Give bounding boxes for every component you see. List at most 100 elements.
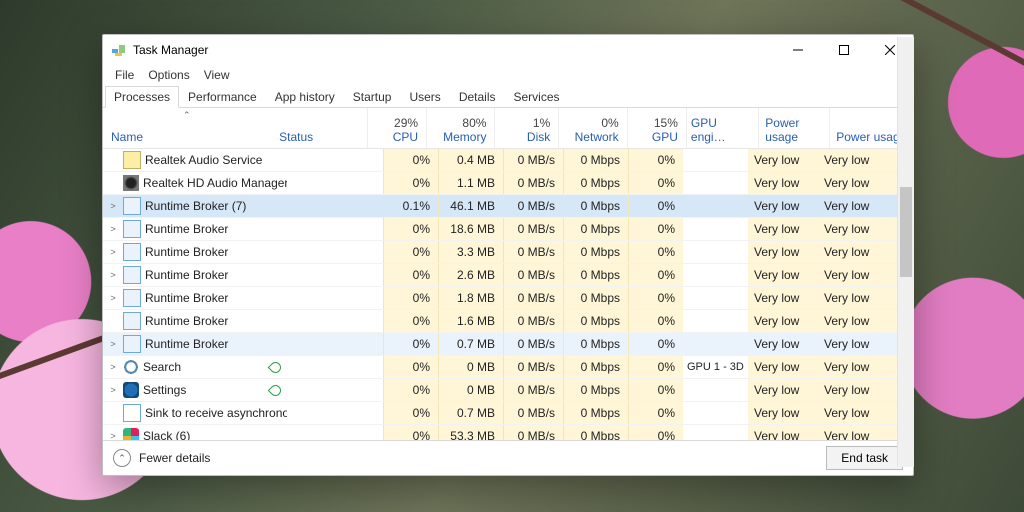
expand-chevron-icon[interactable]: > xyxy=(107,339,119,349)
tab-bar: Processes Performance App history Startu… xyxy=(103,85,913,108)
tab-app-history[interactable]: App history xyxy=(266,86,344,108)
process-icon xyxy=(123,243,141,261)
maximize-button[interactable] xyxy=(821,35,867,65)
table-row[interactable]: >Slack (6)0%53.3 MB0 MB/s0 Mbps0%Very lo… xyxy=(103,425,913,440)
process-name: Runtime Broker xyxy=(145,245,228,259)
status-cell xyxy=(287,402,383,424)
gpu-cell: 0% xyxy=(628,425,683,440)
expand-chevron-icon[interactable]: > xyxy=(107,270,119,280)
tab-users[interactable]: Users xyxy=(400,86,449,108)
table-row[interactable]: >Runtime Broker (7)0.1%46.1 MB0 MB/s0 Mb… xyxy=(103,195,913,218)
expand-chevron-icon[interactable]: > xyxy=(107,247,119,257)
net-cell: 0 Mbps xyxy=(563,425,628,440)
tab-processes[interactable]: Processes xyxy=(105,86,179,108)
expand-chevron-icon[interactable]: > xyxy=(107,224,119,234)
gpu-engine-cell xyxy=(683,333,748,355)
mem-cell: 0 MB xyxy=(438,379,503,401)
power-trend-cell: Very low xyxy=(818,356,902,378)
power-cell: Very low xyxy=(748,379,818,401)
status-cell xyxy=(287,195,383,217)
end-task-button[interactable]: End task xyxy=(826,446,903,470)
tab-startup[interactable]: Startup xyxy=(344,86,401,108)
col-power-usage[interactable]: Power usage xyxy=(758,108,829,148)
power-trend-cell: Very low xyxy=(818,425,902,440)
net-cell: 0 Mbps xyxy=(563,402,628,424)
scrollbar-thumb[interactable] xyxy=(900,187,912,277)
gpu-engine-cell xyxy=(683,195,748,217)
expand-chevron-icon[interactable]: > xyxy=(107,362,119,372)
chevron-up-icon[interactable]: ⌃ xyxy=(113,449,131,467)
minimize-button[interactable] xyxy=(775,35,821,65)
expand-chevron-icon[interactable]: > xyxy=(107,431,119,440)
status-cell xyxy=(287,218,383,240)
col-memory[interactable]: 80% Memory xyxy=(426,108,494,148)
col-name[interactable]: ⌃ Name xyxy=(103,108,279,148)
expand-chevron-icon[interactable]: > xyxy=(107,201,119,211)
menu-view[interactable]: View xyxy=(198,66,236,84)
title-bar[interactable]: Task Manager xyxy=(103,35,913,65)
table-row[interactable]: >Settings0%0 MB0 MB/s0 Mbps0%Very lowVer… xyxy=(103,379,913,402)
cpu-cell: 0% xyxy=(383,287,438,309)
process-icon xyxy=(123,266,141,284)
table-row[interactable]: >Runtime Broker0%18.6 MB0 MB/s0 Mbps0%Ve… xyxy=(103,218,913,241)
process-icon xyxy=(123,335,141,353)
cpu-cell: 0% xyxy=(383,264,438,286)
gpu-cell: 0% xyxy=(628,195,683,217)
gpu-cell: 0% xyxy=(628,149,683,171)
leaf-icon xyxy=(268,359,284,375)
table-row[interactable]: >Runtime Broker0%3.3 MB0 MB/s0 Mbps0%Ver… xyxy=(103,241,913,264)
process-name: Runtime Broker xyxy=(145,222,228,236)
expand-chevron-icon[interactable]: > xyxy=(107,385,119,395)
table-row[interactable]: Runtime Broker0%1.6 MB0 MB/s0 Mbps0%Very… xyxy=(103,310,913,333)
disk-cell: 0 MB/s xyxy=(503,310,563,332)
power-cell: Very low xyxy=(748,333,818,355)
power-cell: Very low xyxy=(748,402,818,424)
col-disk[interactable]: 1% Disk xyxy=(494,108,558,148)
col-network[interactable]: 0% Network xyxy=(558,108,626,148)
table-row[interactable]: >Search0%0 MB0 MB/s0 Mbps0%GPU 1 - 3DVer… xyxy=(103,356,913,379)
process-name: Realtek HD Audio Manager xyxy=(143,176,287,190)
table-row[interactable]: Sink to receive asynchronous ca…0%0.7 MB… xyxy=(103,402,913,425)
gpu-cell: 0% xyxy=(628,287,683,309)
vertical-scrollbar[interactable] xyxy=(897,37,914,467)
process-name: Runtime Broker xyxy=(145,337,228,351)
expand-chevron-icon[interactable]: > xyxy=(107,293,119,303)
power-cell: Very low xyxy=(748,356,818,378)
power-trend-cell: Very low xyxy=(818,287,902,309)
table-row[interactable]: Realtek Audio Service0%0.4 MB0 MB/s0 Mbp… xyxy=(103,149,913,172)
process-icon xyxy=(123,289,141,307)
cpu-cell: 0% xyxy=(383,402,438,424)
menu-file[interactable]: File xyxy=(109,66,140,84)
process-name: Search xyxy=(143,360,181,374)
net-cell: 0 Mbps xyxy=(563,356,628,378)
tab-performance[interactable]: Performance xyxy=(179,86,266,108)
menu-options[interactable]: Options xyxy=(142,66,195,84)
tab-services[interactable]: Services xyxy=(505,86,569,108)
gpu-engine-cell xyxy=(683,287,748,309)
net-cell: 0 Mbps xyxy=(563,172,628,194)
col-gpu-engine[interactable]: GPU engi… xyxy=(686,108,758,148)
power-trend-cell: Very low xyxy=(818,379,902,401)
disk-cell: 0 MB/s xyxy=(503,287,563,309)
process-icon xyxy=(123,359,139,375)
table-row[interactable]: >Runtime Broker0%2.6 MB0 MB/s0 Mbps0%Ver… xyxy=(103,264,913,287)
net-cell: 0 Mbps xyxy=(563,264,628,286)
table-row[interactable]: >Runtime Broker0%1.8 MB0 MB/s0 Mbps0%Ver… xyxy=(103,287,913,310)
net-cell: 0 Mbps xyxy=(563,379,628,401)
table-row[interactable]: >Runtime Broker0%0.7 MB0 MB/s0 Mbps0%Ver… xyxy=(103,333,913,356)
col-status[interactable]: Status xyxy=(279,108,367,148)
power-trend-cell: Very low xyxy=(818,149,902,171)
net-cell: 0 Mbps xyxy=(563,195,628,217)
col-gpu[interactable]: 15% GPU xyxy=(627,108,686,148)
process-icon xyxy=(123,312,141,330)
col-cpu[interactable]: 29% CPU xyxy=(367,108,426,148)
table-row[interactable]: Realtek HD Audio Manager0%1.1 MB0 MB/s0 … xyxy=(103,172,913,195)
power-trend-cell: Very low xyxy=(818,172,902,194)
cpu-cell: 0.1% xyxy=(383,195,438,217)
tab-details[interactable]: Details xyxy=(450,86,505,108)
fewer-details-link[interactable]: Fewer details xyxy=(139,451,210,465)
power-trend-cell: Very low xyxy=(818,241,902,263)
net-cell: 0 Mbps xyxy=(563,241,628,263)
status-cell xyxy=(287,264,383,286)
mem-cell: 2.6 MB xyxy=(438,264,503,286)
